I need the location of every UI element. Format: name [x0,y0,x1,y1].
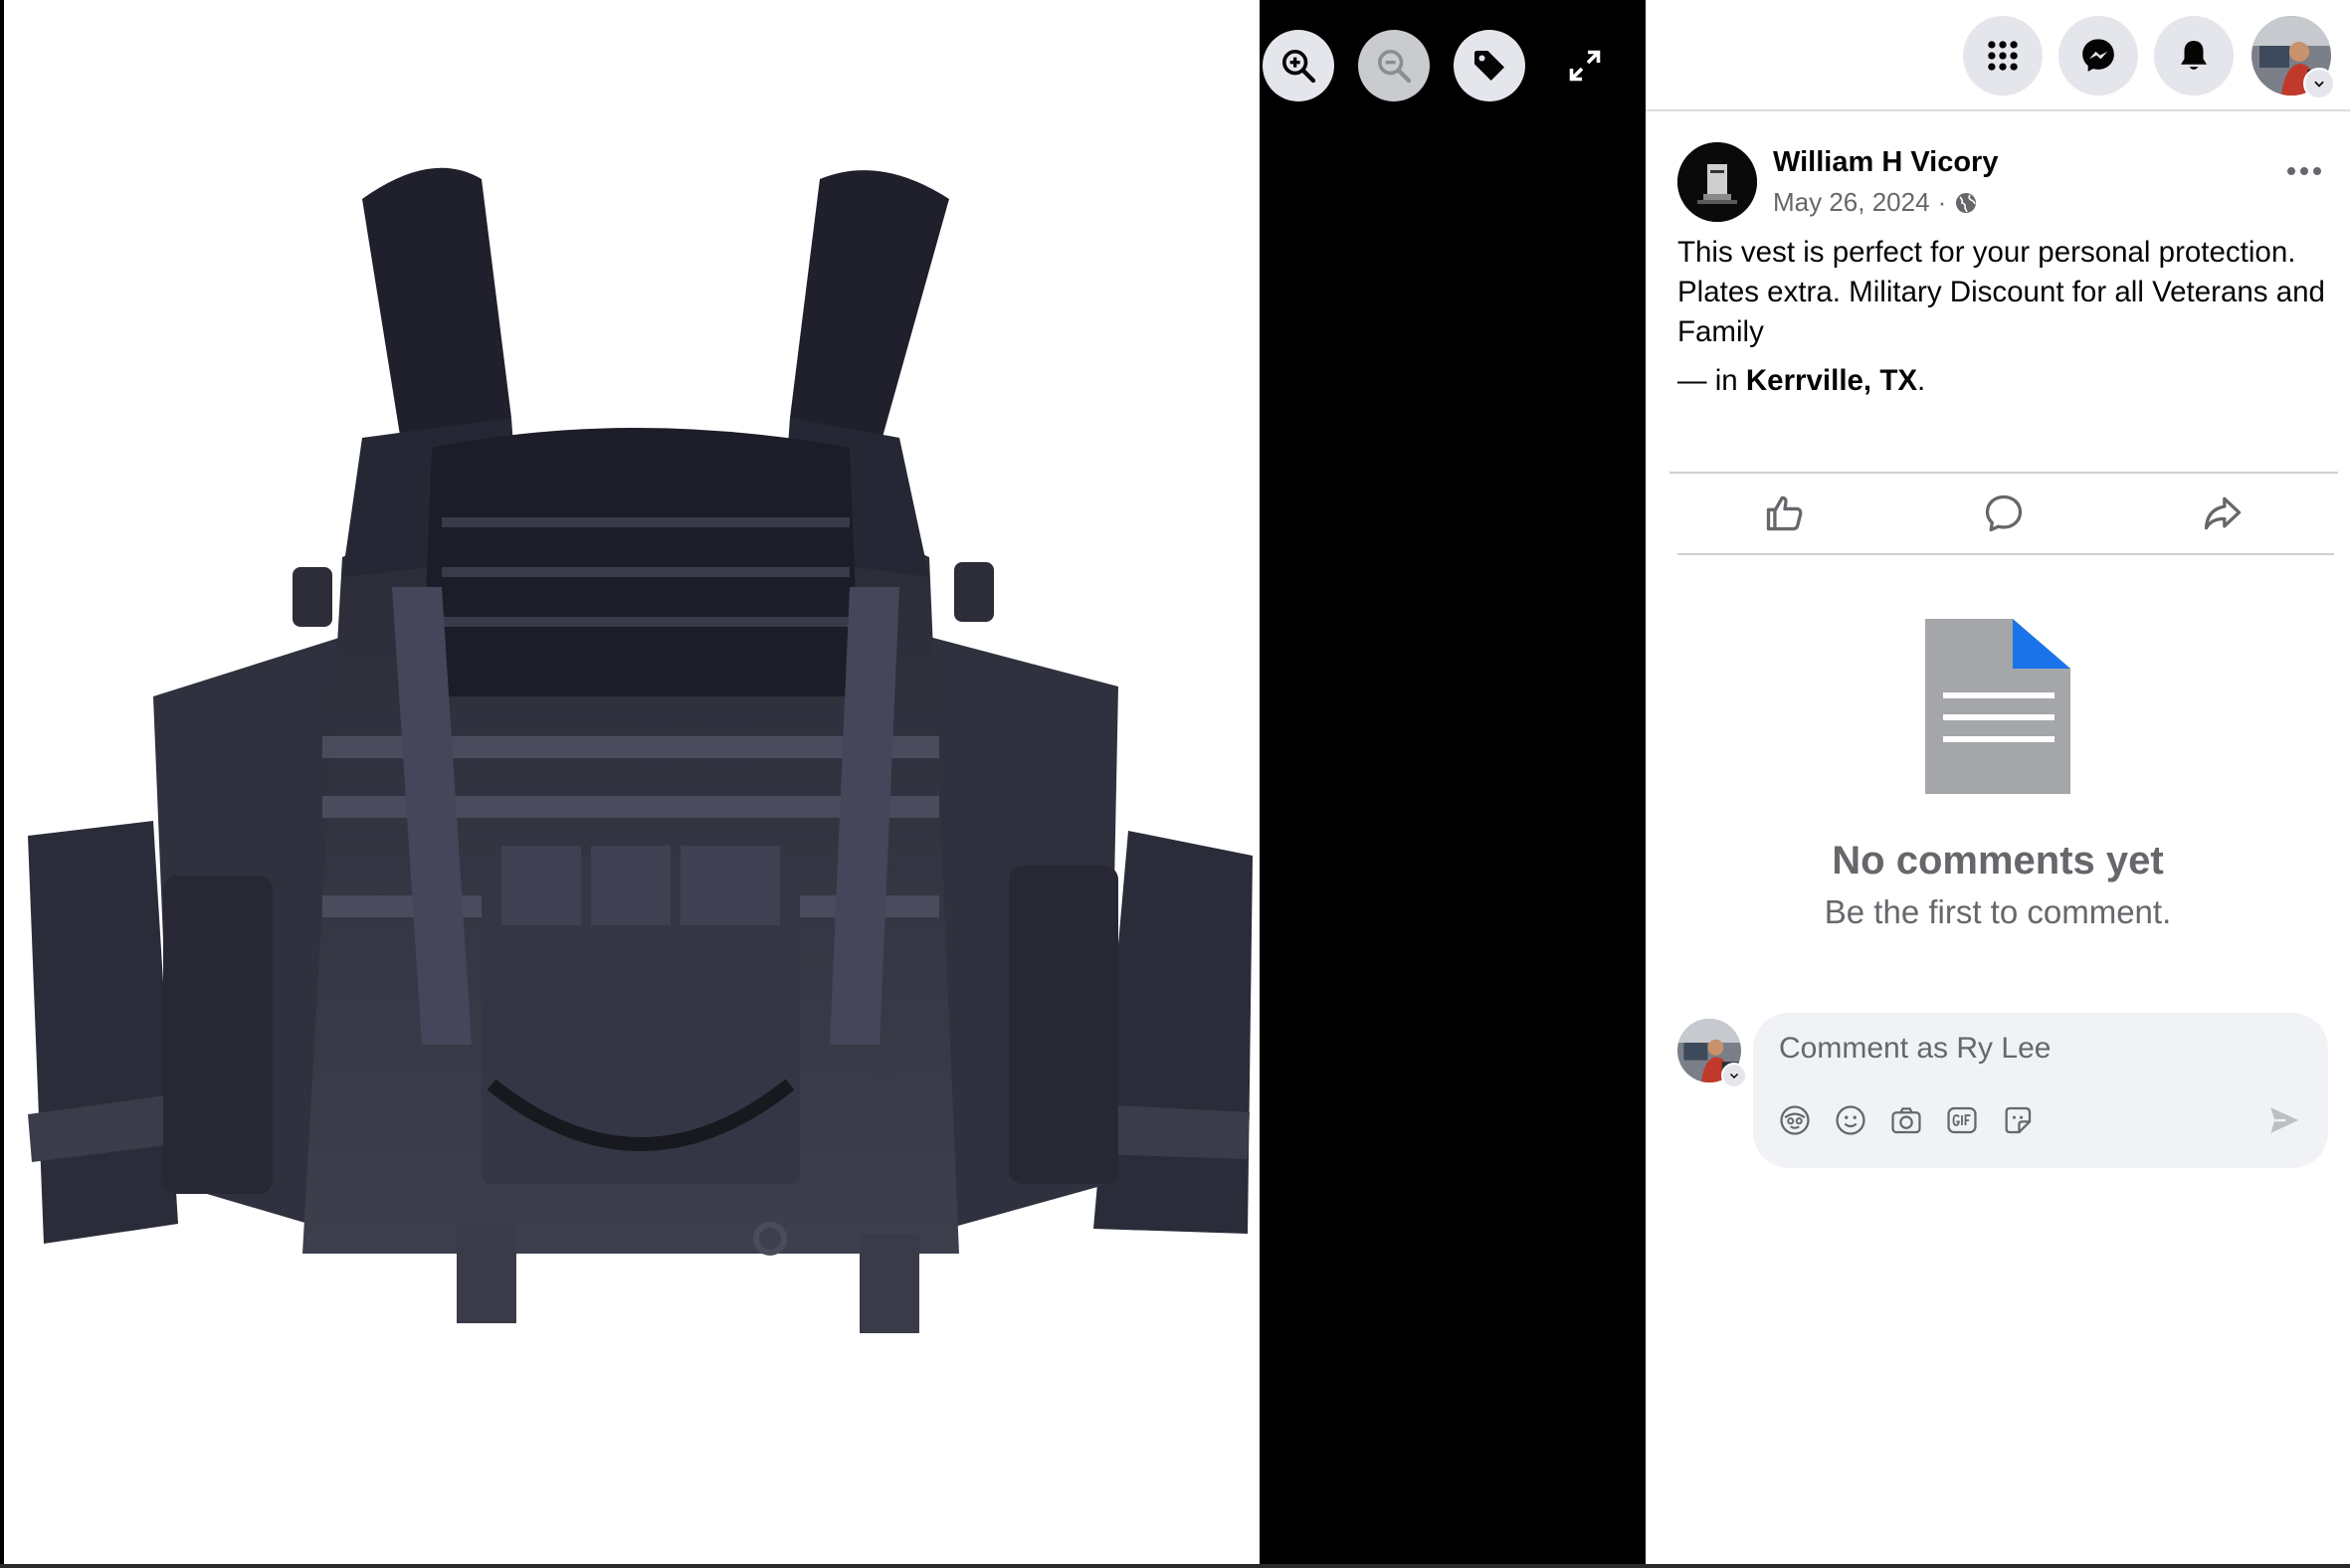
commenter-switch-icon [1721,1063,1747,1088]
emoji-icon [1836,1105,1865,1135]
globe-icon[interactable] [1954,191,1978,215]
author-avatar-image [1677,142,1757,222]
window-bottom-edge [0,1564,2350,1568]
post-date[interactable]: May 26, 2024 [1773,187,1930,218]
thumbs-up-icon [1766,495,1803,531]
gif-icon [1947,1106,1977,1134]
location-link[interactable]: Kerrville, TX [1746,364,1917,397]
app-window: William H Vicory May 26, 2024 · This ves… [0,0,2350,1568]
account-dropdown-icon [2303,68,2335,99]
document-icon [1925,619,2070,794]
post-panel: William H Vicory May 26, 2024 · This ves… [1646,111,2350,1564]
comment-input[interactable] [1777,1025,2298,1073]
send-icon [2270,1107,2299,1133]
author-name[interactable]: William H Vicory [1773,146,1998,179]
zoom-out-icon [1378,50,1412,84]
send-comment-button[interactable] [2264,1100,2304,1140]
post-text: This vest is perfect for your personal p… [1677,236,2325,348]
avatar-sticker-button[interactable] [1777,1102,1813,1138]
author-avatar[interactable] [1677,142,1757,222]
fullscreen-button[interactable] [1549,30,1621,101]
photo-viewer [0,0,1646,1564]
notifications-button[interactable] [2154,16,2234,96]
zoom-out-button[interactable] [1358,30,1430,101]
account-avatar-button[interactable] [2252,16,2335,99]
menu-button[interactable] [1963,16,2043,96]
location-suffix: . [1917,364,1926,397]
meta-separator: · [1937,187,1947,217]
commenter-avatar[interactable] [1677,1019,1747,1088]
emoji-button[interactable] [1833,1102,1868,1138]
post-actions [1675,474,2332,553]
comment-tools [1777,1102,2036,1138]
comments-empty-state: No comments yet Be the first to comment. [1646,619,2350,931]
zoom-in-button[interactable] [1263,30,1334,101]
comment-bubble-icon [1985,494,2023,532]
post-location: — in Kerrville, TX. [1677,364,1925,398]
zoom-in-icon [1282,50,1316,84]
camera-icon [1891,1107,1921,1134]
comment-composer [1753,1013,2328,1168]
messenger-button[interactable] [2058,16,2138,96]
photo-button[interactable] [1888,1102,1924,1138]
more-dots-icon [2287,167,2321,175]
vest-image [28,167,1253,1333]
tag-icon [1474,51,1504,81]
post-meta: May 26, 2024 · [1773,187,1978,218]
bell-icon [2181,40,2207,70]
top-navigation [1646,0,2350,109]
location-prefix: — in [1677,364,1746,397]
share-button[interactable] [2123,479,2322,548]
avatar-sticker-icon [1780,1105,1810,1135]
grid-menu-icon [1988,41,2018,71]
empty-comments-title: No comments yet [1832,839,2164,882]
like-button[interactable] [1685,479,1884,548]
post-options-button[interactable] [2274,151,2334,191]
actions-divider-bottom [1677,553,2334,555]
share-arrow-icon [2204,496,2242,530]
comment-button[interactable] [1904,479,2103,548]
sticker-icon [2005,1106,2032,1134]
tag-button[interactable] [1454,30,1525,101]
post-photo[interactable] [4,0,1260,1564]
gif-button[interactable] [1944,1102,1980,1138]
messenger-icon [2082,39,2114,72]
expand-icon [1569,50,1601,82]
empty-comments-subtitle: Be the first to comment. [1824,893,2172,930]
sticker-button[interactable] [2000,1102,2036,1138]
